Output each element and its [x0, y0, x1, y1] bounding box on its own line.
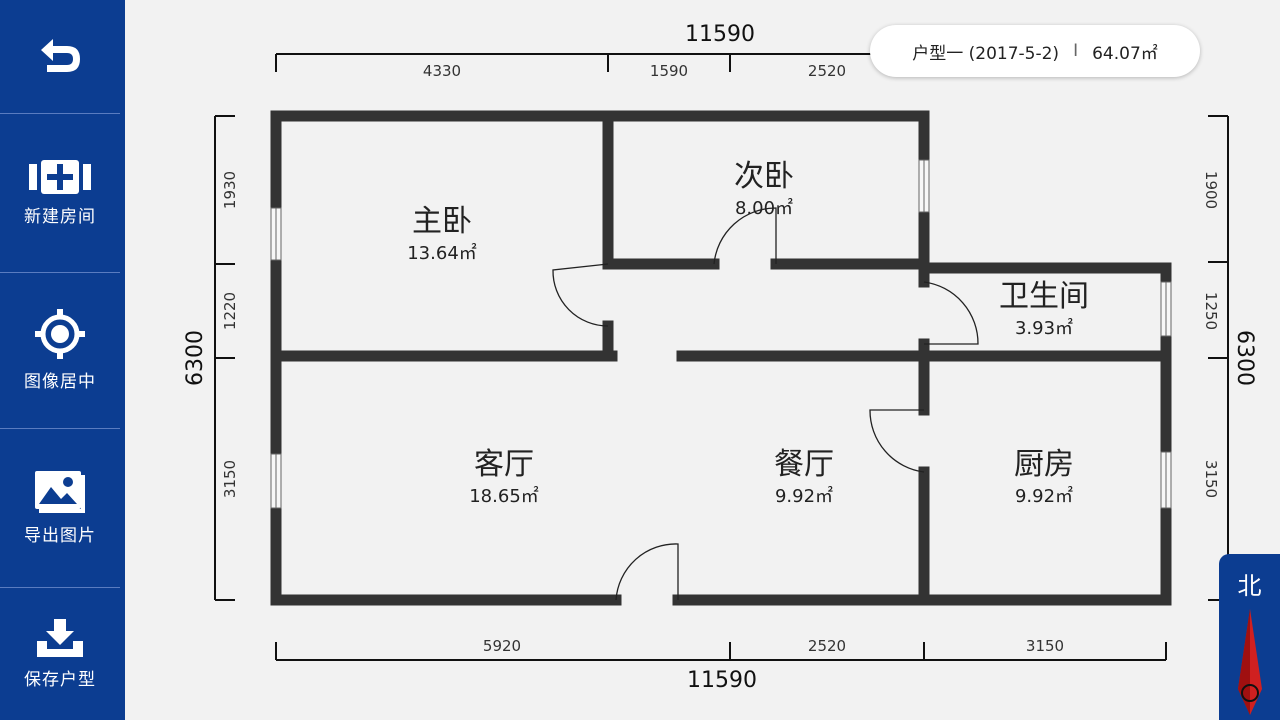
- room-dining-room[interactable]: 餐厅 9.92㎡: [734, 448, 874, 508]
- room-area: 13.64㎡: [407, 243, 477, 264]
- layout-name: 户型一 (2017-5-2): [912, 43, 1060, 64]
- dimension-bottom-segment: 2520: [807, 637, 847, 655]
- compass[interactable]: 北: [1219, 554, 1280, 720]
- room-area: 8.00㎡: [734, 198, 794, 219]
- image-icon: [35, 470, 85, 513]
- new-room-label: 新建房间: [24, 206, 96, 227]
- dimension-bottom-total: 11590: [687, 668, 757, 693]
- new-room-button[interactable]: 新建房间: [0, 114, 120, 272]
- dimension-top-segment: 1590: [649, 62, 689, 80]
- dimension-right-segment: 1900: [1202, 170, 1220, 210]
- dimension-bottom-segment: 3150: [1025, 637, 1065, 655]
- center-icon: [35, 309, 85, 359]
- dimension-right-segment: 3150: [1202, 459, 1220, 499]
- back-icon: [41, 38, 80, 72]
- room-living-room[interactable]: 客厅 18.65㎡: [434, 448, 574, 508]
- room-area: 18.65㎡: [469, 486, 539, 507]
- room-master-bedroom[interactable]: 主卧 13.64㎡: [372, 205, 512, 265]
- room-name: 次卧: [734, 159, 794, 194]
- dimension-left-segment: 1930: [221, 170, 239, 210]
- export-image-button[interactable]: 导出图片: [0, 429, 120, 587]
- download-icon: [37, 618, 83, 657]
- dimension-top-segment: 2520: [807, 62, 847, 80]
- room-second-bedroom[interactable]: 次卧 8.00㎡: [694, 160, 834, 220]
- room-name: 厨房: [1014, 447, 1074, 482]
- back-button[interactable]: [0, 0, 120, 113]
- sidebar: 新建房间 图像居中 导出图片 保存户型: [0, 0, 125, 720]
- dimension-left-total: 6300: [183, 330, 208, 386]
- room-bathroom[interactable]: 卫生间 3.93㎡: [974, 280, 1114, 340]
- center-image-button[interactable]: 图像居中: [0, 273, 120, 428]
- dimension-right-segment: 1250: [1202, 291, 1220, 331]
- room-name: 客厅: [474, 447, 534, 482]
- dimension-top-total: 11590: [685, 22, 755, 47]
- room-area: 9.92㎡: [1014, 486, 1074, 507]
- dimension-top-segment: 4330: [422, 62, 462, 80]
- room-area: 9.92㎡: [774, 486, 834, 507]
- layout-info-badge[interactable]: 户型一 (2017-5-2) I 64.07㎡: [870, 25, 1200, 77]
- center-image-label: 图像居中: [24, 372, 96, 392]
- room-name: 主卧: [412, 204, 472, 239]
- compass-north-label: 北: [1237, 572, 1262, 600]
- layout-area: 64.07㎡: [1092, 43, 1158, 64]
- dimension-left-segment: 3150: [221, 459, 239, 499]
- dimension-right-total: 6300: [1232, 330, 1257, 386]
- add-room-icon: [29, 159, 91, 194]
- dimension-left-segment: 1220: [221, 291, 239, 331]
- room-name: 卫生间: [999, 279, 1089, 314]
- dimension-bottom-segment: 5920: [482, 637, 522, 655]
- room-area: 3.93㎡: [1014, 318, 1074, 339]
- doors: [552, 207, 979, 601]
- save-layout-label: 保存户型: [24, 669, 96, 690]
- info-separator: I: [1073, 41, 1079, 61]
- room-name: 餐厅: [774, 447, 834, 482]
- export-image-label: 导出图片: [24, 525, 96, 546]
- room-kitchen[interactable]: 厨房 9.92㎡: [974, 448, 1114, 508]
- compass-needle-icon: [1237, 609, 1262, 715]
- dimension-lines: [214, 53, 1229, 661]
- save-layout-button[interactable]: 保存户型: [0, 588, 120, 720]
